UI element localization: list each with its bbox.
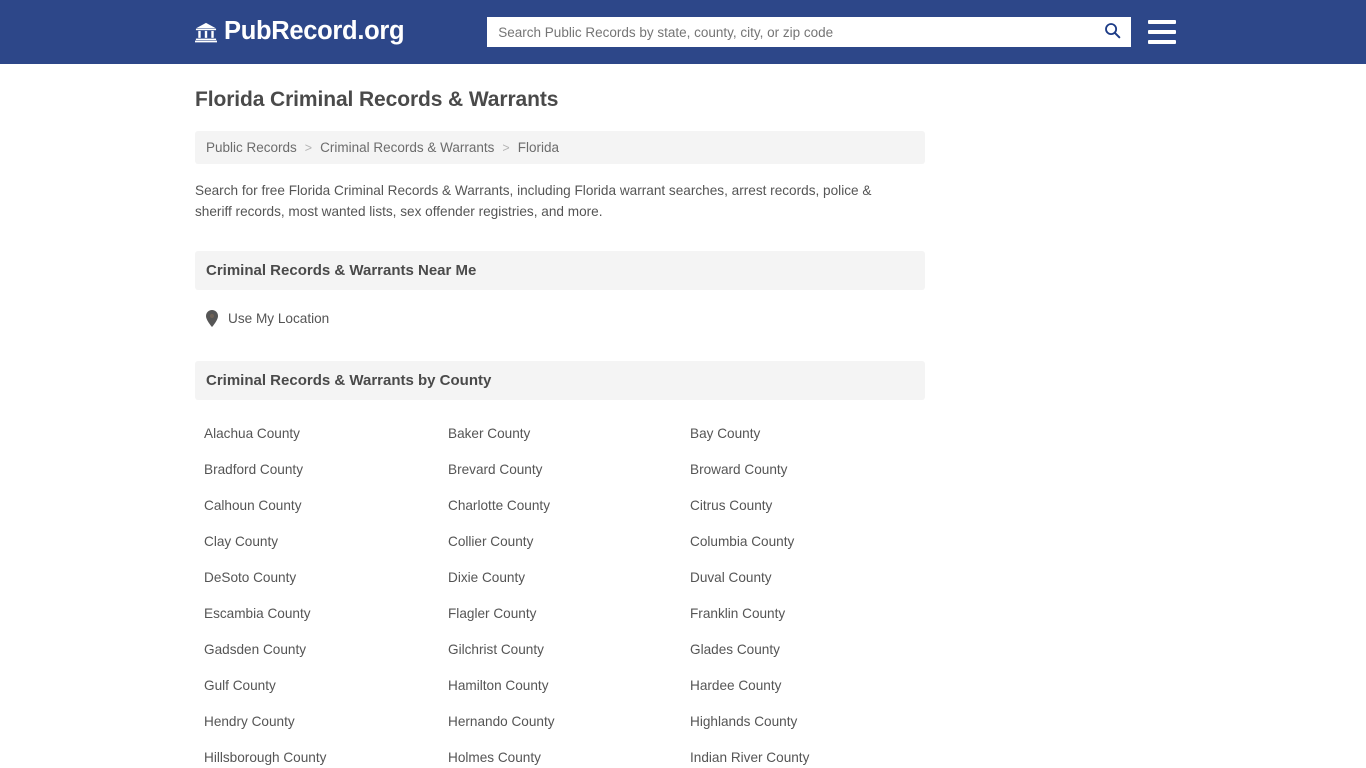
- site-logo-text: PubRecord.org: [224, 17, 405, 46]
- county-link[interactable]: Hillsborough County: [204, 748, 448, 768]
- bank-building-icon: [195, 21, 217, 43]
- county-link[interactable]: Escambia County: [204, 604, 448, 640]
- county-link[interactable]: Gilchrist County: [448, 640, 690, 676]
- hamburger-menu-icon[interactable]: [1148, 20, 1177, 44]
- county-link[interactable]: Flagler County: [448, 604, 690, 640]
- county-link[interactable]: Dixie County: [448, 568, 690, 604]
- county-link[interactable]: Hamilton County: [448, 676, 690, 712]
- breadcrumb-separator-icon: >: [502, 140, 510, 155]
- section-header-by-county: Criminal Records & Warrants by County: [195, 361, 925, 401]
- county-link[interactable]: Duval County: [690, 568, 934, 604]
- breadcrumb-item-florida: Florida: [517, 140, 559, 156]
- county-link[interactable]: Holmes County: [448, 748, 690, 768]
- site-logo-link[interactable]: PubRecord.org: [195, 17, 405, 46]
- county-link[interactable]: Bradford County: [204, 460, 448, 496]
- search-icon: [1103, 21, 1122, 43]
- county-link[interactable]: Calhoun County: [204, 496, 448, 532]
- county-link[interactable]: DeSoto County: [204, 568, 448, 604]
- search-button[interactable]: [1094, 18, 1130, 46]
- breadcrumb-item-criminal-records-warrants[interactable]: Criminal Records & Warrants: [320, 140, 494, 155]
- county-link[interactable]: Gadsden County: [204, 640, 448, 676]
- county-link[interactable]: Hernando County: [448, 712, 690, 748]
- use-my-location-label: Use My Location: [228, 311, 330, 327]
- county-links-grid: Alachua County Baker County Bay County B…: [195, 400, 925, 768]
- county-link[interactable]: Indian River County: [690, 748, 934, 768]
- section-header-near-me: Criminal Records & Warrants Near Me: [195, 251, 925, 291]
- county-link[interactable]: Brevard County: [448, 460, 690, 496]
- site-header: PubRecord.org: [0, 0, 1366, 64]
- county-link[interactable]: Charlotte County: [448, 496, 690, 532]
- county-link[interactable]: Franklin County: [690, 604, 934, 640]
- page-intro-text: Search for free Florida Criminal Records…: [195, 183, 872, 219]
- menu-bar-2: [1148, 30, 1177, 34]
- county-link[interactable]: Citrus County: [690, 496, 934, 532]
- content-container: Florida Criminal Records & Warrants Publ…: [195, 64, 925, 768]
- near-me-section: Use My Location: [195, 290, 925, 332]
- search-bar: [487, 17, 1132, 47]
- county-link[interactable]: Hardee County: [690, 676, 934, 712]
- county-link[interactable]: Alachua County: [204, 424, 448, 460]
- page-title: Florida Criminal Records & Warrants: [195, 88, 559, 111]
- breadcrumb: Public Records > Criminal Records & Warr…: [195, 131, 925, 165]
- county-link[interactable]: Clay County: [204, 532, 448, 568]
- county-link[interactable]: Hendry County: [204, 712, 448, 748]
- county-link[interactable]: Columbia County: [690, 532, 934, 568]
- breadcrumb-separator-icon: >: [304, 140, 313, 155]
- search-input[interactable]: [488, 18, 1095, 46]
- map-pin-icon: [206, 310, 218, 328]
- breadcrumb-item-public-records[interactable]: Public Records: [206, 140, 297, 155]
- menu-bar-1: [1148, 20, 1177, 24]
- county-link[interactable]: Highlands County: [690, 712, 934, 748]
- page-body: Florida Criminal Records & Warrants Publ…: [0, 64, 1366, 768]
- menu-bar-3: [1148, 40, 1177, 44]
- county-link[interactable]: Gulf County: [204, 676, 448, 712]
- county-link[interactable]: Baker County: [448, 424, 690, 460]
- county-link[interactable]: Glades County: [690, 640, 934, 676]
- use-my-location-link[interactable]: Use My Location: [206, 310, 330, 328]
- county-link[interactable]: Collier County: [448, 532, 690, 568]
- county-link[interactable]: Bay County: [690, 424, 934, 460]
- county-link[interactable]: Broward County: [690, 460, 934, 496]
